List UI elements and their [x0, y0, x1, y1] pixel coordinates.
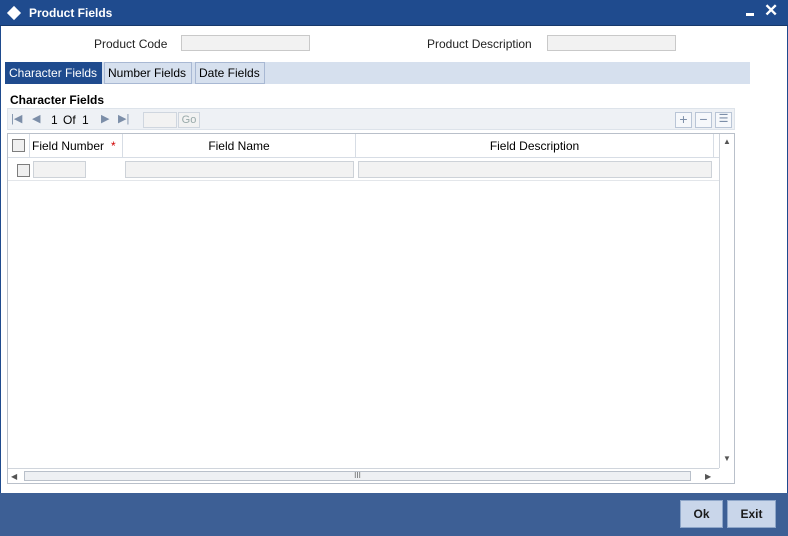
page-number-input[interactable] [143, 112, 177, 128]
window-diamond-icon [6, 5, 22, 21]
delete-row-icon[interactable]: − [695, 112, 712, 128]
column-field-name[interactable]: Field Name [123, 134, 356, 158]
product-code-label: Product Code [94, 37, 168, 51]
window-title: Product Fields [29, 6, 113, 20]
current-page: 1 [51, 113, 58, 127]
required-marker: * [111, 139, 116, 153]
fields-grid: Field Number * Field Name Field Descript… [7, 133, 735, 484]
scroll-right-icon[interactable]: ▶ [705, 472, 711, 481]
scroll-down-icon[interactable]: ▼ [723, 454, 731, 463]
horizontal-scroll-thumb[interactable]: III [24, 471, 691, 481]
product-description-label: Product Description [427, 37, 532, 51]
minimize-icon[interactable] [746, 13, 754, 16]
tab-bar: Character Fields Number Fields Date Fiel… [5, 62, 750, 84]
product-code-field[interactable] [181, 35, 310, 51]
grid-header: Field Number * Field Name Field Descript… [8, 134, 719, 158]
field-description-input[interactable] [358, 161, 712, 178]
total-pages: 1 [82, 113, 89, 127]
pagination-bar: |◀ ◀ 1 Of 1 ▶ ▶| Go + − ☰ [7, 108, 735, 130]
table-row [8, 158, 719, 181]
header-select-cell [8, 134, 30, 158]
of-label: Of [63, 113, 76, 127]
field-number-header: Field Number [32, 139, 105, 153]
first-page-icon[interactable]: |◀ [11, 112, 22, 125]
go-button[interactable]: Go [178, 112, 200, 128]
section-title: Character Fields [10, 93, 105, 107]
add-row-icon[interactable]: + [675, 112, 692, 128]
tab-date-fields[interactable]: Date Fields [195, 62, 265, 84]
field-name-input[interactable] [125, 161, 354, 178]
row-checkbox[interactable] [17, 164, 30, 177]
tab-character-fields[interactable]: Character Fields [5, 62, 102, 84]
window-titlebar: Product Fields ✕ [0, 0, 788, 26]
scroll-left-icon[interactable]: ◀ [11, 472, 17, 481]
previous-page-icon[interactable]: ◀ [32, 112, 40, 125]
tab-number-fields[interactable]: Number Fields [104, 62, 192, 84]
exit-button[interactable]: Exit [727, 500, 776, 528]
column-field-number[interactable]: Field Number * [30, 134, 123, 158]
last-page-icon[interactable]: ▶| [118, 112, 129, 125]
single-record-view-icon[interactable]: ☰ [715, 112, 732, 128]
next-page-icon[interactable]: ▶ [101, 112, 109, 125]
horizontal-scrollbar[interactable]: ◀ III ▶ [8, 468, 719, 483]
field-number-input[interactable] [33, 161, 86, 178]
ok-button[interactable]: Ok [680, 500, 723, 528]
column-field-description[interactable]: Field Description [356, 134, 714, 158]
footer-bar [0, 493, 788, 536]
scroll-up-icon[interactable]: ▲ [723, 137, 731, 146]
close-icon[interactable]: ✕ [764, 2, 778, 20]
vertical-scrollbar[interactable]: ▲ ▼ [719, 134, 734, 468]
product-description-field[interactable] [547, 35, 676, 51]
select-all-checkbox[interactable] [12, 139, 25, 152]
